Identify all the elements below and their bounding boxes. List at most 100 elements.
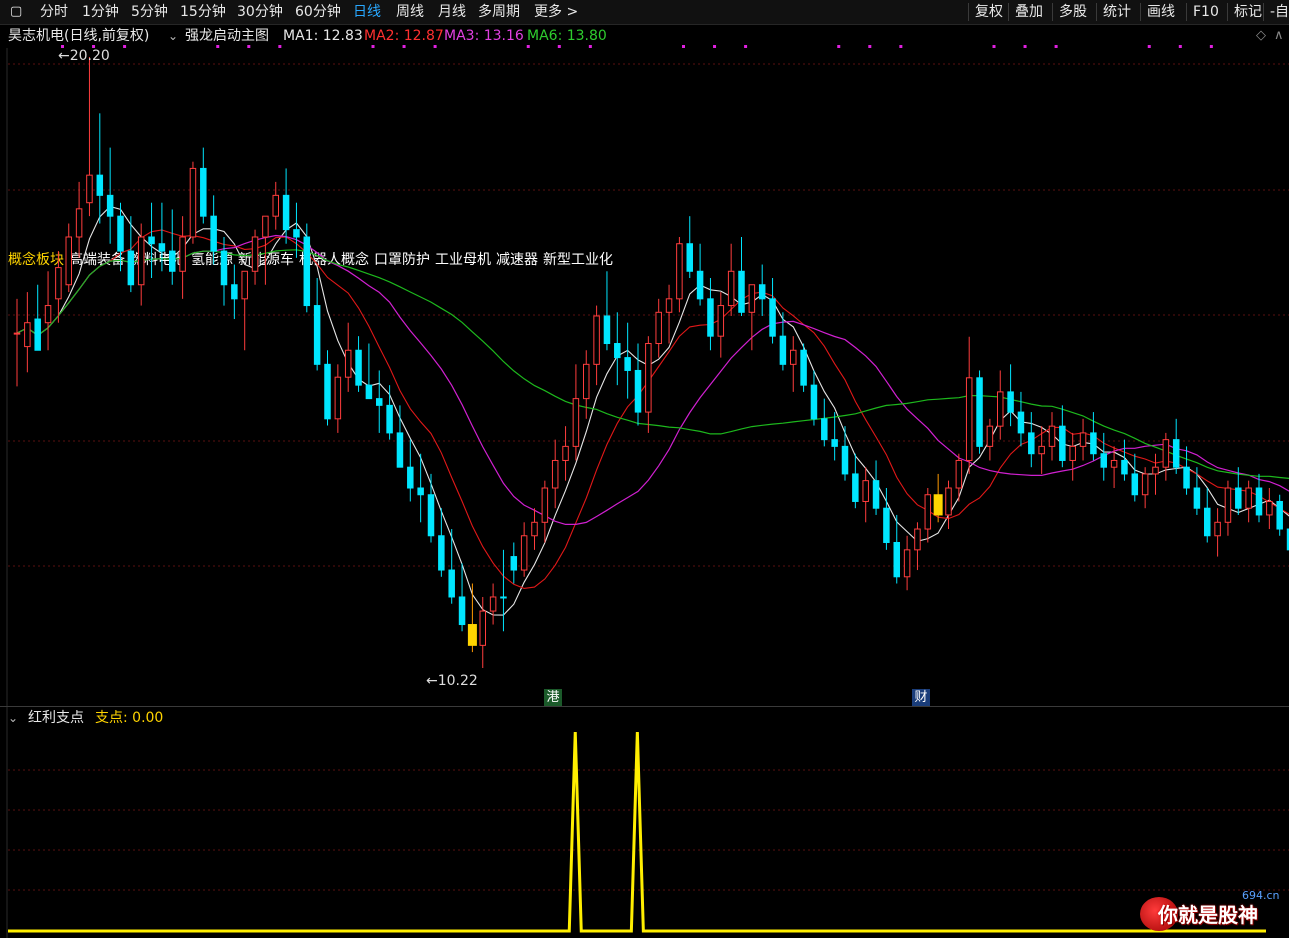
candle-body — [1059, 425, 1066, 461]
candle-body — [417, 487, 424, 496]
candle-body — [893, 541, 900, 578]
candle-body — [541, 487, 549, 523]
candle-body — [727, 270, 735, 307]
candle-body — [810, 384, 818, 420]
candle-body — [831, 439, 838, 447]
candle-body — [520, 535, 528, 571]
candle-body — [769, 298, 776, 337]
candle-body — [748, 284, 756, 313]
candle-body — [883, 507, 890, 543]
candle-body — [44, 305, 52, 324]
pivot-value: 支点: 0.00 — [95, 710, 164, 726]
candle-body — [1255, 487, 1263, 516]
candle-body — [862, 480, 869, 502]
candle-body — [55, 267, 62, 300]
candle-body — [1069, 445, 1076, 461]
panel-divider[interactable] — [0, 706, 1289, 707]
candle-body — [1090, 432, 1097, 455]
candle-body — [603, 315, 611, 345]
candle-body — [220, 250, 228, 286]
signal-dot — [588, 45, 592, 48]
candle-body — [324, 363, 331, 420]
candle-body — [997, 391, 1004, 427]
candle-body — [1028, 432, 1035, 455]
candle-body — [396, 432, 404, 468]
candle-body — [148, 236, 155, 245]
ma5-line — [16, 205, 1289, 616]
candle-body — [696, 270, 704, 300]
hk-connect-marker[interactable]: 港 — [544, 689, 562, 707]
signal-dot — [216, 45, 220, 48]
signal-dot — [402, 45, 406, 48]
candle-body — [458, 596, 466, 626]
candle-body — [1235, 487, 1242, 509]
candle-body — [1141, 473, 1149, 496]
signal-dot — [371, 45, 375, 48]
candle-body — [872, 480, 880, 509]
signal-dot — [433, 45, 437, 48]
candle-body — [965, 377, 973, 461]
candle-body — [313, 305, 321, 365]
candle-body — [852, 473, 859, 502]
candle-body — [210, 215, 217, 252]
signal-dot — [1147, 45, 1151, 48]
candle-body — [717, 305, 725, 337]
financial-report-marker[interactable]: 财 — [912, 689, 930, 707]
candle-body — [1162, 439, 1170, 468]
sub-indicator-name[interactable]: 红利支点 — [28, 708, 84, 728]
signal-dot — [1023, 45, 1027, 48]
ma20-line — [16, 234, 1289, 525]
candle-body — [1214, 521, 1221, 537]
candle-body — [500, 596, 507, 599]
candle-body — [241, 270, 248, 300]
candle-body — [510, 556, 518, 571]
candle-body — [665, 298, 673, 313]
sub-dropdown-icon[interactable]: ⌄ — [8, 708, 18, 728]
candle-body — [593, 315, 600, 365]
candle-body — [562, 445, 569, 461]
candle-body — [1110, 459, 1118, 468]
signal-dot — [557, 45, 561, 48]
candle-body — [1048, 425, 1056, 447]
candle-body — [986, 425, 994, 447]
candle-body — [1079, 432, 1087, 447]
candle-body — [117, 215, 124, 252]
high-price-value: 20.20 — [69, 48, 110, 64]
candle-body — [467, 624, 477, 646]
signal-dot — [868, 45, 872, 48]
candle-body — [1100, 453, 1107, 468]
candle-body — [407, 466, 414, 489]
candle-body — [1038, 445, 1045, 455]
candle-body — [65, 236, 72, 286]
signal-dot — [682, 45, 685, 48]
pivot-line — [8, 731, 1266, 933]
candle-body — [303, 236, 311, 307]
low-price-value: 10.22 — [437, 673, 478, 689]
candle-body — [945, 487, 952, 516]
low-price-label: ←10.22 — [426, 673, 478, 689]
candle-body — [169, 250, 176, 272]
candle-body — [841, 445, 849, 475]
candle-body — [13, 332, 21, 335]
candle-body — [1224, 487, 1232, 523]
candle-body — [758, 284, 766, 300]
candle-body — [779, 335, 787, 365]
candle-body — [1017, 411, 1025, 434]
candle-body — [365, 384, 373, 400]
watermark-logo: 你就是股神 694.cn — [1140, 889, 1285, 933]
ma40-line — [16, 249, 1289, 480]
candle-body — [800, 349, 807, 386]
candle-body — [386, 404, 393, 434]
signal-dot — [992, 45, 996, 48]
candle-body — [272, 194, 279, 217]
candle-body — [1193, 487, 1201, 509]
kline-chart[interactable] — [0, 0, 1289, 938]
signal-dot — [899, 45, 903, 48]
candle-body — [1276, 500, 1283, 530]
candle-body — [448, 569, 455, 598]
watermark-text: 你就是股神 — [1158, 903, 1258, 927]
candle-body — [86, 174, 93, 204]
candle-body — [583, 363, 590, 400]
candle-body — [1152, 466, 1159, 475]
signal-dot — [713, 45, 717, 48]
